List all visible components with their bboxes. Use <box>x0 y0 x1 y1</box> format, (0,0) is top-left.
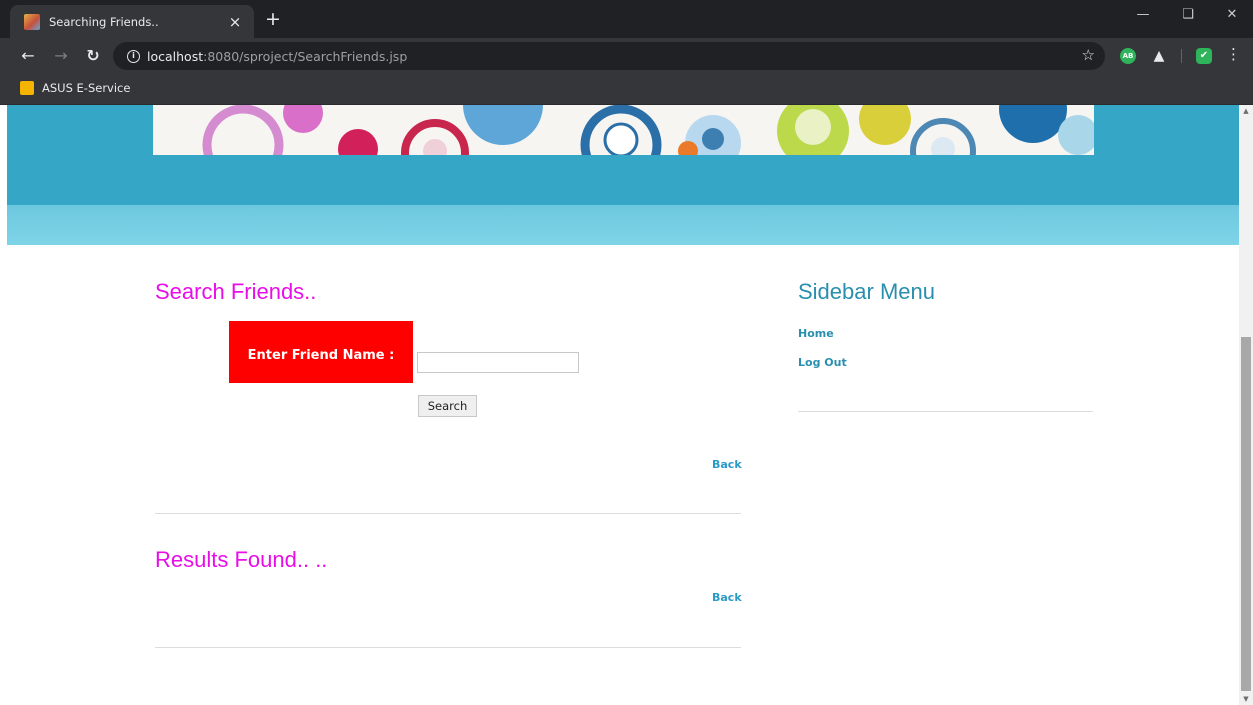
sidebar-item-log-out[interactable]: Log Out <box>798 356 847 369</box>
search-button[interactable]: Search <box>418 395 477 417</box>
scroll-up-icon[interactable]: ▲ <box>1239 107 1253 115</box>
browser-toolbar: ← → ↻ i localhost :8080/sproject/SearchF… <box>0 38 1253 74</box>
restore-icon[interactable]: ❏ <box>1173 7 1203 22</box>
bookmark-asus-e-service[interactable]: ASUS E-Service <box>20 81 130 95</box>
site-info-icon[interactable]: i <box>127 49 140 63</box>
forward-arrow-icon[interactable]: → <box>50 45 72 67</box>
back-link-search[interactable]: Back <box>712 458 742 471</box>
browser-menu-icon[interactable]: ⋮ <box>1226 45 1241 63</box>
sidebar-item-home[interactable]: Home <box>798 327 834 340</box>
tab-close-icon[interactable]: × <box>226 13 244 31</box>
social-network-illustration <box>153 105 1094 155</box>
new-tab-icon[interactable]: + <box>262 9 284 29</box>
url-host: localhost <box>147 48 204 64</box>
tab-title: Searching Friends.. <box>49 14 159 29</box>
section-divider <box>155 647 741 648</box>
bookmark-folder-icon <box>20 81 34 95</box>
scroll-down-icon[interactable]: ▼ <box>1239 695 1253 703</box>
window-close-icon[interactable]: ✕ <box>1217 7 1247 22</box>
toolbar-separator <box>1181 49 1182 63</box>
favicon-icon <box>24 13 40 30</box>
header-banner-image <box>153 105 1094 155</box>
browser-tab[interactable]: Searching Friends.. × <box>10 5 254 38</box>
friend-name-input[interactable] <box>417 352 579 373</box>
browser-tab-bar: Searching Friends.. × + — ❏ ✕ <box>0 0 1253 38</box>
site-menu-bar <box>7 205 1239 245</box>
bookmark-star-icon[interactable]: ☆ <box>1082 46 1095 64</box>
bookmark-label: ASUS E-Service <box>42 81 131 95</box>
address-bar[interactable]: i localhost :8080/sproject/SearchFriends… <box>113 42 1105 70</box>
friend-name-label: Enter Friend Name : <box>229 321 413 383</box>
minimize-icon[interactable]: — <box>1128 7 1158 22</box>
bookmarks-bar: ASUS E-Service <box>0 74 1253 105</box>
extension-bell-icon[interactable]: ▲ <box>1151 48 1167 64</box>
shield-extension-icon[interactable]: ✔ <box>1196 48 1212 64</box>
sidebar-divider <box>798 411 1093 412</box>
back-link-results[interactable]: Back <box>712 591 742 604</box>
reload-icon[interactable]: ↻ <box>82 45 104 67</box>
results-heading: Results Found.. .. <box>155 547 328 572</box>
section-divider <box>155 513 741 514</box>
page-viewport: Search Friends.. Enter Friend Name : Sea… <box>0 105 1239 705</box>
scroll-thumb[interactable] <box>1241 337 1251 691</box>
back-arrow-icon[interactable]: ← <box>17 45 39 67</box>
page-scrollbar[interactable]: ▲ ▼ <box>1239 105 1253 705</box>
search-heading: Search Friends.. <box>155 279 317 304</box>
url-path: :8080/sproject/SearchFriends.jsp <box>203 48 408 64</box>
adblock-extension-icon[interactable]: AB <box>1120 48 1136 64</box>
sidebar-title: Sidebar Menu <box>798 279 935 304</box>
